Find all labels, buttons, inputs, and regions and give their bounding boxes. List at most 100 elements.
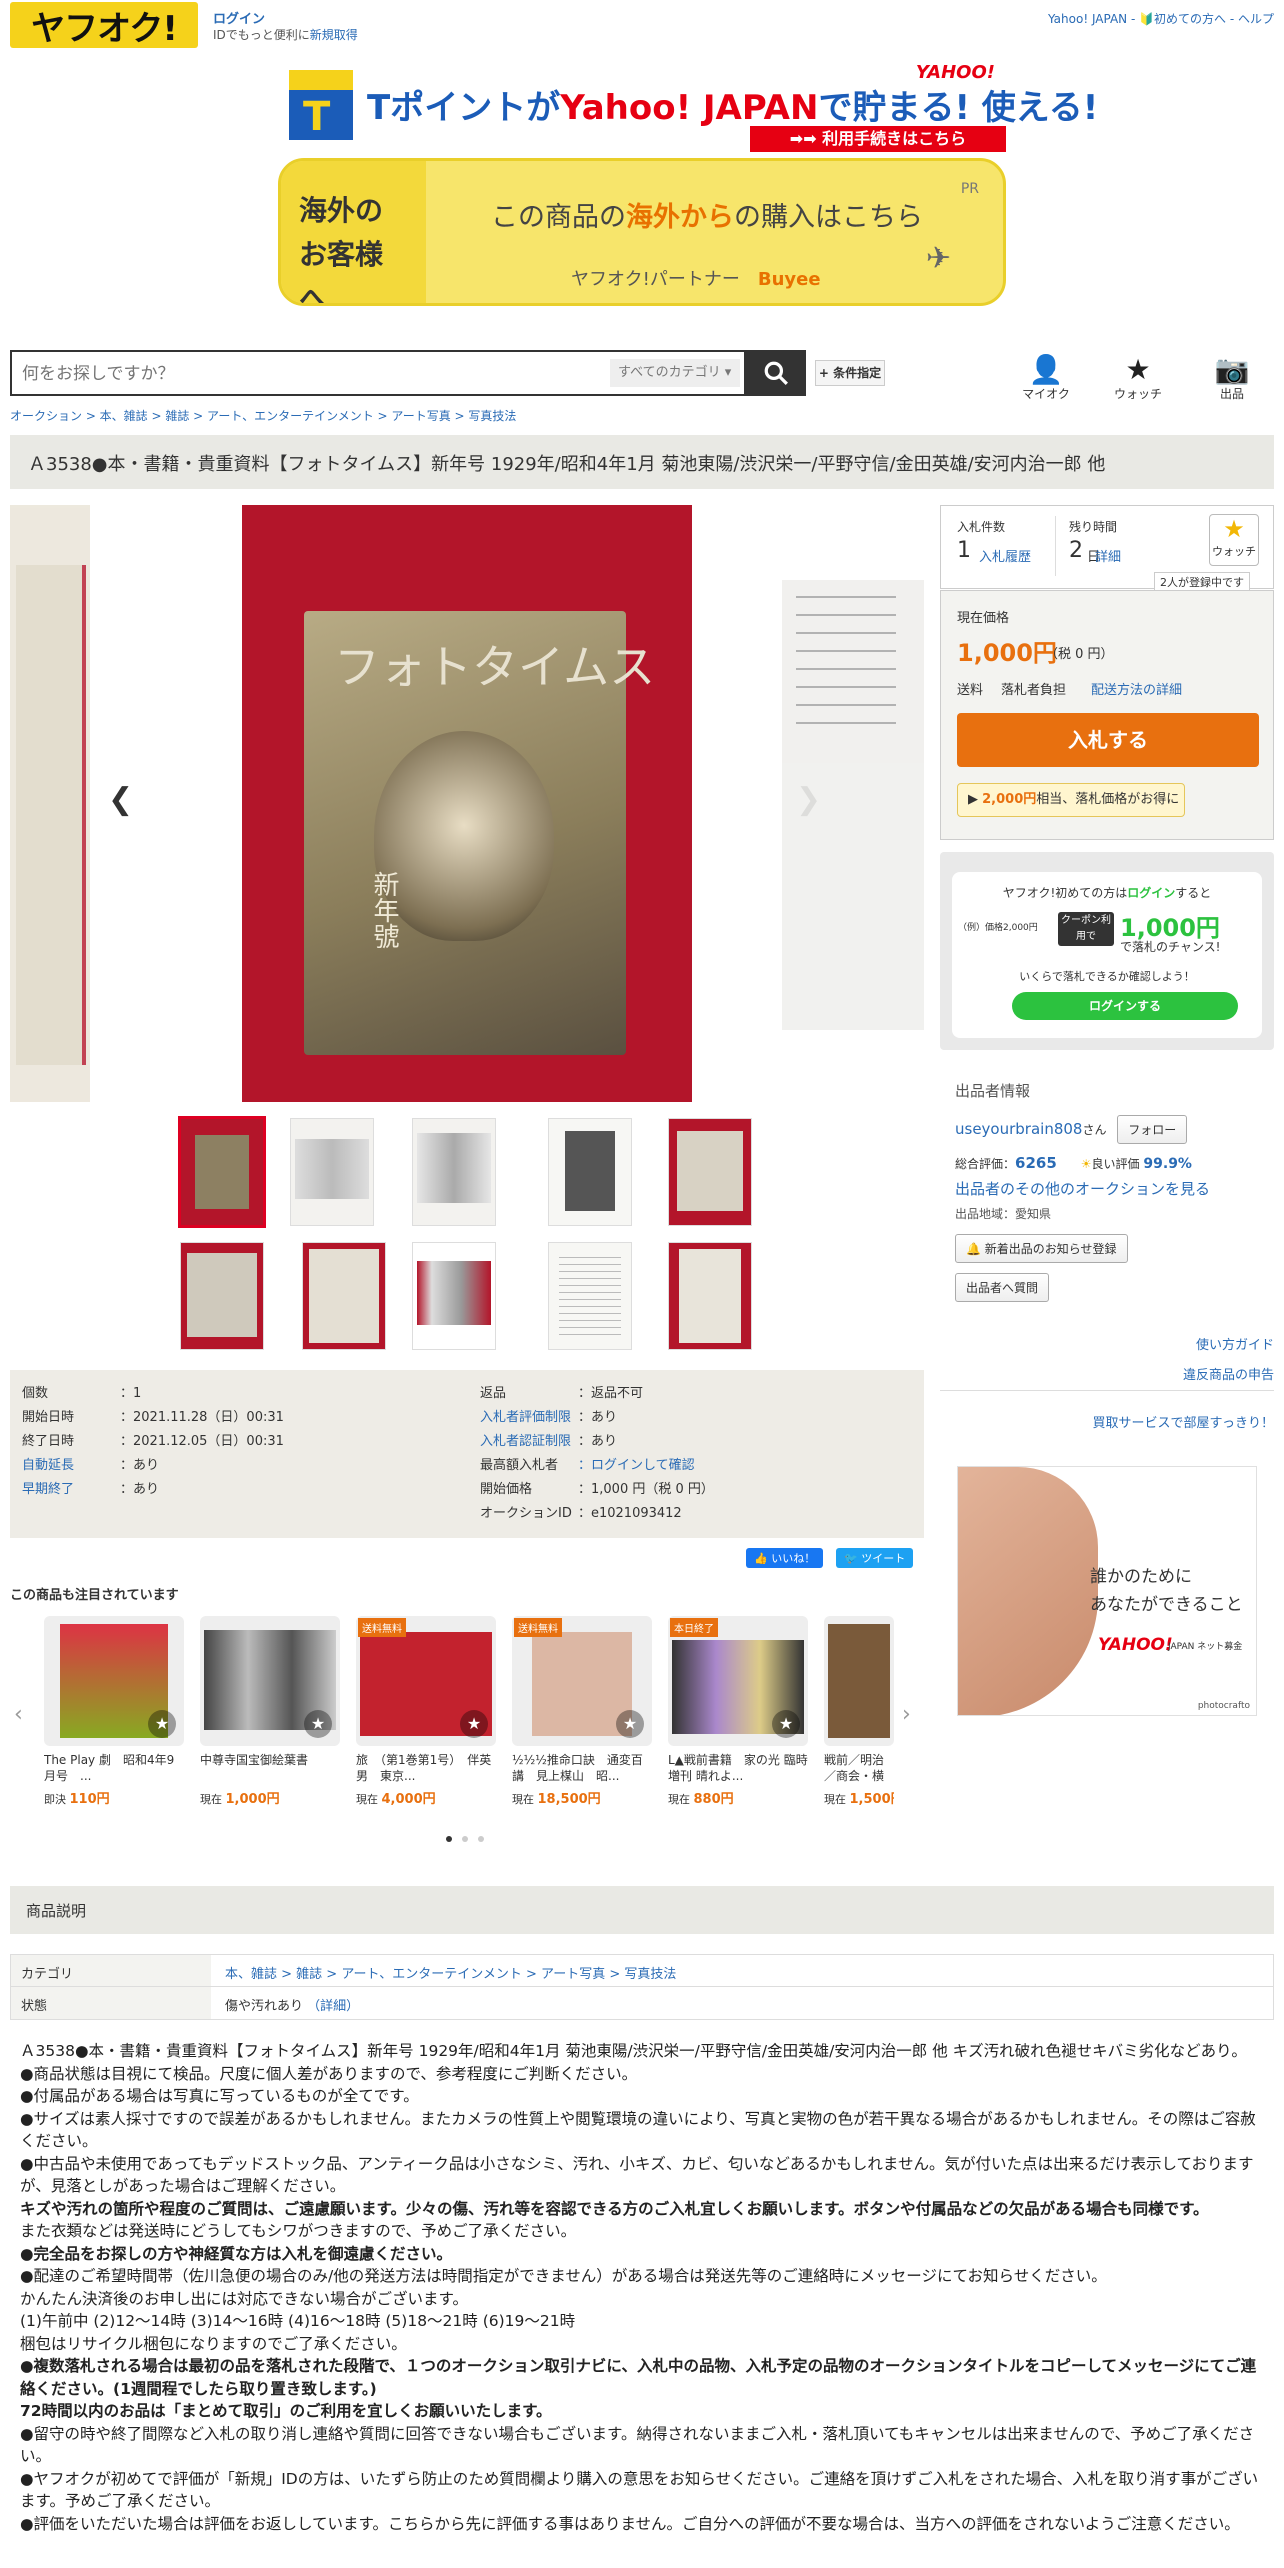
ask-seller-button[interactable]: 出品者へ質問	[955, 1273, 1050, 1302]
bidder-rating-limit-link[interactable]: 入札者評価制限	[480, 1406, 578, 1430]
buyee-partner-a: ヤフオク!パートナー	[571, 269, 740, 290]
follow-button[interactable]: フォロー	[1117, 1115, 1188, 1144]
hands-image	[958, 1467, 1098, 1715]
tpoint-text-c: で貯まる! 使える!	[818, 88, 1099, 128]
related-price: 4,000円	[381, 1792, 436, 1807]
details-left: 個数 ：1 開始日時 ：2021.11.28（日）00:31 終了日時 ：2021.1…	[22, 1382, 284, 1502]
time-left: 2	[1069, 538, 1083, 563]
pr-label: PR	[960, 181, 979, 197]
login-link[interactable]: ログイン	[213, 8, 265, 27]
bid-history-link[interactable]: 入札履歴	[979, 546, 1031, 565]
seller-name-link[interactable]: useyourbrain808	[955, 1120, 1082, 1138]
coupon-note[interactable]: ▶ 2,000円相当、落札価格がお得に	[957, 783, 1185, 817]
next-photo-preview[interactable]	[782, 580, 924, 1030]
search-input[interactable]	[22, 364, 602, 384]
promo-login-button[interactable]: ログインする	[1012, 992, 1238, 1020]
new-listing-notify-button[interactable]: 🔔 新着出品のお知らせ登録	[955, 1234, 1128, 1263]
related-item[interactable]: 本日終了 ★ L▲戦前書籍 家の光 臨時増刊 晴れよ... 現在 880円	[668, 1616, 808, 1807]
carousel-dot[interactable]	[462, 1836, 468, 1842]
prev-photo-arrow-icon[interactable]: ❮	[108, 782, 133, 817]
watch-nav[interactable]: ★ ウォッチ	[1108, 355, 1168, 402]
watch-count: 2人が登録中です	[1154, 572, 1250, 592]
yafuoku-logo[interactable]: ヤフオク!	[10, 2, 198, 49]
advanced-search-button[interactable]: + 条件指定	[815, 360, 885, 386]
early-end-link[interactable]: 早期終了	[22, 1478, 120, 1502]
related-price: 1,500円	[849, 1792, 895, 1807]
watch-nav-label: ウォッチ	[1113, 387, 1162, 401]
seller-other-auctions-link[interactable]: 出品者のその他のオークションを見る	[955, 1178, 1275, 1199]
buyee-banner[interactable]: 海外の お客様へ この商品の海外からの購入はこちら ヤフオク!パートナー Buye…	[278, 158, 1006, 306]
login-sub-text: IDでもっと便利に	[213, 28, 310, 42]
category-select[interactable]: すべてのカテゴリ ▾	[610, 359, 740, 387]
bidder-verify-limit-link[interactable]: 入札者認証制限	[480, 1430, 578, 1454]
detail-value: ：返品不可	[578, 1386, 644, 1401]
facebook-like-button[interactable]: 👍 いいね！	[746, 1548, 824, 1568]
donation-ad[interactable]: 誰かのために あなたができること YAHOO! JAPAN ネット募金 photo…	[957, 1466, 1257, 1716]
watch-star-icon[interactable]: ★	[148, 1710, 176, 1738]
description-line: ●ヤフオクが初めてで評価が「新規」IDの方は、いたずら防止のため質問欄より購入の…	[20, 2469, 1259, 2511]
sell-nav[interactable]: 📷 出品	[1202, 355, 1262, 402]
watch-button[interactable]: ★ ウォッチ	[1209, 514, 1259, 566]
thumbnail[interactable]	[412, 1118, 496, 1226]
main-photo[interactable]: フォトタイムス 新年號	[242, 505, 692, 1102]
related-item[interactable]: 戦前／明治／商会・横浜現在 1,500円	[824, 1616, 894, 1807]
rating-link[interactable]: 6265	[1015, 1154, 1057, 1172]
top-links[interactable]: Yahoo! JAPAN - 🔰初めての方へ - ヘルプ	[1048, 10, 1274, 27]
tweet-button[interactable]: 🐦 ツイート	[836, 1548, 914, 1568]
description-line: 梱包はリサイクル梱包になりますのでご了承ください。	[20, 2334, 407, 2353]
ad-line2: あなたができること	[1090, 1595, 1243, 1615]
price-box: 現在価格 1,000円 （税 0 円） 送料 落札者負担 配送方法の詳細 入札す…	[940, 590, 1274, 840]
related-tag: 本日終了	[670, 1618, 718, 1637]
buyee-left-b: お客様へ	[299, 238, 384, 306]
signup-link[interactable]: 新規取得	[310, 28, 358, 42]
thumbnail[interactable]	[548, 1242, 632, 1350]
related-item[interactable]: ★ 中尊寺国宝御絵葉書 現在 1,000円	[200, 1616, 340, 1807]
category-path-link[interactable]: 本、雑誌 > 雑誌 > アート、エンターテインメント > アート写真 > 写真技…	[211, 1955, 690, 1986]
watch-star-icon[interactable]: ★	[460, 1710, 488, 1738]
related-price: 110円	[69, 1792, 110, 1807]
related-item[interactable]: 送料無料 ★ ½½½推命口訣 通変百講 見上楳山 昭... 現在 18,500円	[512, 1616, 652, 1807]
thumbnail[interactable]	[668, 1118, 752, 1226]
tpoint-procedure-button[interactable]: ➡➡ 利用手続きはこちら	[750, 126, 1006, 152]
buyee-partner: ヤフオク!パートナー Buyee	[571, 265, 821, 291]
promo-line1-c: すると	[1175, 886, 1212, 900]
condition-detail-link[interactable]: （詳細）	[307, 1999, 359, 2014]
bid-button[interactable]: 入札する	[957, 713, 1259, 767]
shipping-detail-link[interactable]: 配送方法の詳細	[1091, 679, 1182, 698]
seller-region: 出品地域：愛知県	[955, 1207, 1052, 1221]
breadcrumb[interactable]: オークション > 本、雑誌 > 雑誌 > アート、エンターテインメント > アー…	[10, 407, 516, 424]
thumbnail[interactable]	[302, 1242, 386, 1350]
guide-link[interactable]: 使い方ガイド	[1196, 1334, 1274, 1353]
book-issue: 新年號	[369, 871, 399, 949]
watch-star-icon[interactable]: ★	[616, 1710, 644, 1738]
description-line: かんたん決済後のお申し出には対応できない場合がございます。	[20, 2289, 468, 2308]
thumbnail[interactable]	[178, 1116, 266, 1228]
related-item[interactable]: 送料無料 ★ 旅 （第1巻第1号） 伴英男 東京... 現在 4,000円	[356, 1616, 496, 1807]
watch-star-icon[interactable]: ★	[304, 1710, 332, 1738]
myauction-nav[interactable]: 👤 マイオク	[1016, 355, 1076, 402]
thumbnail[interactable]	[290, 1118, 374, 1226]
related-item[interactable]: ★ The Play 劇 昭和4年9月号 ... 即決 110円	[44, 1616, 184, 1807]
thumbnail[interactable]	[412, 1242, 496, 1350]
carousel-next-icon[interactable]: ›	[902, 1702, 911, 1727]
category-label: カテゴリ	[11, 1955, 211, 1986]
description-line: ●サイズは素人採寸ですので誤差があるかもしれません。またカメラの性質上や閲覧環境…	[20, 2109, 1256, 2151]
login-sub: IDでもっと便利に新規取得	[213, 26, 358, 43]
auto-extend-link[interactable]: 自動延長	[22, 1454, 120, 1478]
thumbnail[interactable]	[548, 1118, 632, 1226]
carousel-prev-icon[interactable]: ‹	[14, 1702, 23, 1727]
login-confirm-link[interactable]: ：ログインして確認	[578, 1458, 695, 1473]
detail-link[interactable]: 詳細	[1095, 546, 1121, 565]
previous-photo-preview[interactable]	[10, 505, 90, 1102]
tpoint-cube-icon: T	[289, 70, 353, 140]
report-link[interactable]: 違反商品の申告	[1183, 1364, 1274, 1383]
tpoint-banner[interactable]: T TポイントがYahoo! JAPANで貯まる! 使える! YAHOO! ➡➡…	[283, 62, 1098, 158]
detail-value: ：1,000 円（税 0 円）	[578, 1482, 714, 1497]
search-button[interactable]	[746, 350, 806, 396]
buyback-link[interactable]: 買取サービスで部屋すっきり！	[1093, 1412, 1274, 1431]
watch-star-icon[interactable]: ★	[772, 1710, 800, 1738]
carousel-dot[interactable]	[478, 1836, 484, 1842]
thumbnail[interactable]	[668, 1242, 752, 1350]
carousel-dot[interactable]	[446, 1836, 452, 1842]
thumbnail[interactable]	[180, 1242, 264, 1350]
